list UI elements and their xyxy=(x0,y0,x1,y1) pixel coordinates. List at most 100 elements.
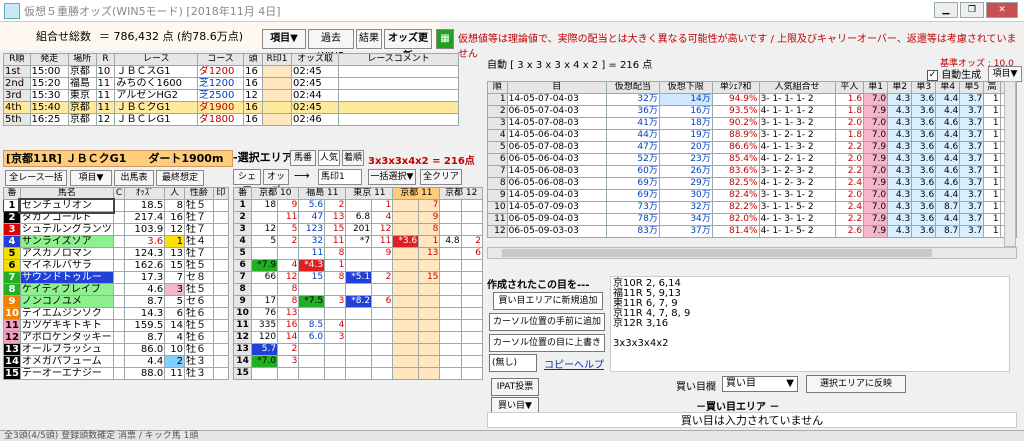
matrix-cell[interactable] xyxy=(392,319,420,332)
result-button[interactable]: 結果 xyxy=(356,29,382,49)
matrix-cell[interactable]: 201 xyxy=(345,223,373,236)
matrix-cell[interactable] xyxy=(439,199,462,212)
horse-mark[interactable] xyxy=(212,343,230,356)
insert-before-button[interactable]: カーソル位置の手前に追加 xyxy=(489,313,605,331)
matrix-cell[interactable]: 13 xyxy=(418,247,441,260)
horse-mark[interactable] xyxy=(212,247,230,260)
matrix-cell[interactable] xyxy=(324,283,347,296)
matrix-cell[interactable] xyxy=(324,343,347,356)
horse-mark[interactable] xyxy=(212,319,230,332)
horse-name[interactable]: アスカノロマン xyxy=(19,247,114,260)
combo-row[interactable]: 4 14-05-06-04-03 44万 19万 88.9% 3- 1- 2- 1- 21… xyxy=(487,129,1018,142)
matrix-cell[interactable]: 4 xyxy=(277,259,300,272)
combo-row[interactable]: 10 14-05-07-09-03 73万 32万 82.2% 3- 1- 1- 5- 2… xyxy=(487,201,1018,214)
horse-row[interactable]: 7 サウンドトゥルー 17.3 7 セ８ xyxy=(3,271,230,284)
horse-row[interactable]: 9 ノンコノユメ 8.7 5 セ６ xyxy=(3,295,230,308)
matrix-cell[interactable] xyxy=(298,367,326,380)
horse-mark[interactable] xyxy=(212,367,230,380)
matrix-cell[interactable]: 8 xyxy=(324,247,347,260)
matrix-cell[interactable]: 47 xyxy=(298,211,326,224)
combo-horizontal-scrollbar[interactable] xyxy=(487,247,1017,259)
matrix-cell[interactable]: 11 xyxy=(371,235,394,248)
entries-button[interactable]: 出馬表 xyxy=(114,170,154,186)
horse-mark-select[interactable]: 馬印1 xyxy=(318,169,362,185)
matrix-cell[interactable]: 11 xyxy=(324,235,347,248)
matrix-cell[interactable]: 8.5 xyxy=(298,319,326,332)
matrix-cell[interactable] xyxy=(371,367,394,380)
matrix-cell[interactable] xyxy=(418,355,441,368)
combo-vertical-scrollbar[interactable] xyxy=(1004,81,1016,247)
ipat-button[interactable]: IPAT投票 xyxy=(491,378,539,396)
matrix-cell[interactable] xyxy=(460,283,484,296)
matrix-cell[interactable]: 12 xyxy=(371,223,394,236)
combo-row[interactable]: 11 06-05-09-04-03 78万 34万 82.0% 4- 1- 3- 1- 2… xyxy=(487,213,1018,226)
matrix-cell[interactable]: 6.0 xyxy=(298,331,326,344)
horse-name[interactable]: アポロケンタッキー xyxy=(19,331,114,344)
horse-name[interactable]: カツゲキキトキト xyxy=(19,319,114,332)
matrix-cell[interactable] xyxy=(345,367,373,380)
matrix-cell[interactable]: 76 xyxy=(251,307,279,320)
matrix-cell[interactable] xyxy=(345,259,373,272)
combo-row[interactable]: 2 06-05-07-04-03 36万 16万 93.5% 4- 1- 1- 1- 21… xyxy=(487,105,1018,118)
matrix-cell[interactable] xyxy=(392,223,420,236)
combo-row[interactable]: 12 06-05-09-03-03 83万 37万 81.4% 4- 1- 1- 5- 2… xyxy=(487,225,1018,238)
overwrite-button[interactable]: カーソル位置の目に上書き xyxy=(489,334,605,352)
matrix-cell[interactable]: 2 xyxy=(277,235,300,248)
horse-row[interactable]: 4 サンライズソア 3.6 1 牡４ xyxy=(3,235,230,248)
combo-row[interactable]: 8 06-05-06-08-03 69万 29万 82.5% 4- 1- 2- 3- 22… xyxy=(487,177,1018,190)
matrix-cell[interactable]: 18 xyxy=(251,199,279,212)
matrix-cell[interactable]: *8.2 xyxy=(345,295,373,308)
matrix-cell[interactable] xyxy=(392,331,420,344)
matrix-cell[interactable] xyxy=(345,307,373,320)
matrix-cell[interactable]: 4 xyxy=(324,319,347,332)
matrix-cell[interactable]: 15 xyxy=(298,271,326,284)
horse-row[interactable]: 8 ケイティブレイブ 4.6 3 牡５ xyxy=(3,283,230,296)
matrix-cell[interactable] xyxy=(345,247,373,260)
matrix-cell[interactable] xyxy=(460,367,484,380)
copy-link[interactable]: コピー xyxy=(544,356,574,371)
checkbox-icon[interactable]: ✓ xyxy=(927,69,938,81)
matrix-cell[interactable] xyxy=(298,343,326,356)
horse-mark[interactable] xyxy=(212,355,230,368)
bulk-select-button[interactable]: 一括選択▼ xyxy=(368,169,416,185)
horse-name[interactable]: センチュリオン xyxy=(18,197,116,214)
combo-row[interactable]: 1 14-05-07-04-03 32万 14万 94.9% 3- 1- 1- 1- 21… xyxy=(487,93,1018,106)
matrix-cell[interactable]: 4.8 xyxy=(439,235,462,248)
matrix-cell[interactable]: 8 xyxy=(324,271,347,284)
matrix-cell[interactable]: 2 xyxy=(324,199,347,212)
horse-name[interactable]: テイエムジンソク xyxy=(19,307,114,320)
horse-row[interactable]: 12 アポロケンタッキー 8.7 4 牡６ xyxy=(3,331,230,344)
matrix-cell[interactable] xyxy=(460,331,484,344)
horse-mark[interactable] xyxy=(212,259,230,272)
final-button[interactable]: 最終想定 xyxy=(156,170,204,186)
matrix-cell[interactable] xyxy=(460,295,484,308)
matrix-cell[interactable] xyxy=(460,343,484,356)
matrix-cell[interactable] xyxy=(439,283,462,296)
matrix-cell[interactable]: *5.1 xyxy=(345,271,373,284)
matrix-cell[interactable]: 8 xyxy=(418,223,441,236)
matrix-cell[interactable]: *3.6 xyxy=(392,235,420,248)
horse-name[interactable]: ノンコノユメ xyxy=(19,295,114,308)
horse-row[interactable]: 2 タガノゴールド 217.4 16 牡７ xyxy=(3,211,230,224)
matrix-cell[interactable]: 3 xyxy=(277,355,300,368)
matrix-cell[interactable] xyxy=(460,223,484,236)
matrix-cell[interactable] xyxy=(371,283,394,296)
combo-row[interactable]: 5 06-05-07-08-03 47万 20万 86.6% 4- 1- 1- 3- 22… xyxy=(487,141,1018,154)
combo-row[interactable]: 6 06-05-06-04-03 52万 23万 85.4% 4- 1- 2- 1- 22… xyxy=(487,153,1018,166)
matrix-cell[interactable]: *4.3 xyxy=(298,259,326,272)
matrix-cell[interactable] xyxy=(418,307,441,320)
matrix-cell[interactable]: 123 xyxy=(298,223,326,236)
matrix-cell[interactable]: 16 xyxy=(277,319,300,332)
matrix-cell[interactable] xyxy=(439,247,462,260)
matrix-cell[interactable] xyxy=(392,367,420,380)
matrix-cell[interactable]: 5.7 xyxy=(251,343,279,356)
tab-finish-order[interactable]: 着順 xyxy=(342,150,364,166)
matrix-cell[interactable] xyxy=(439,223,462,236)
horse-mark[interactable] xyxy=(212,235,230,248)
close-icon[interactable]: ✕ xyxy=(986,2,1018,18)
matrix-cell[interactable]: 3 xyxy=(324,295,347,308)
horse-row[interactable]: 3 シュテルングランツ 103.9 12 牡７ xyxy=(3,223,230,236)
all-races-button[interactable]: 全レース一括 xyxy=(5,170,67,186)
horse-mark[interactable] xyxy=(212,211,230,224)
combo-row[interactable]: 9 14-05-09-04-03 69万 30万 82.4% 3- 1- 3- 1- 22… xyxy=(487,189,1018,202)
